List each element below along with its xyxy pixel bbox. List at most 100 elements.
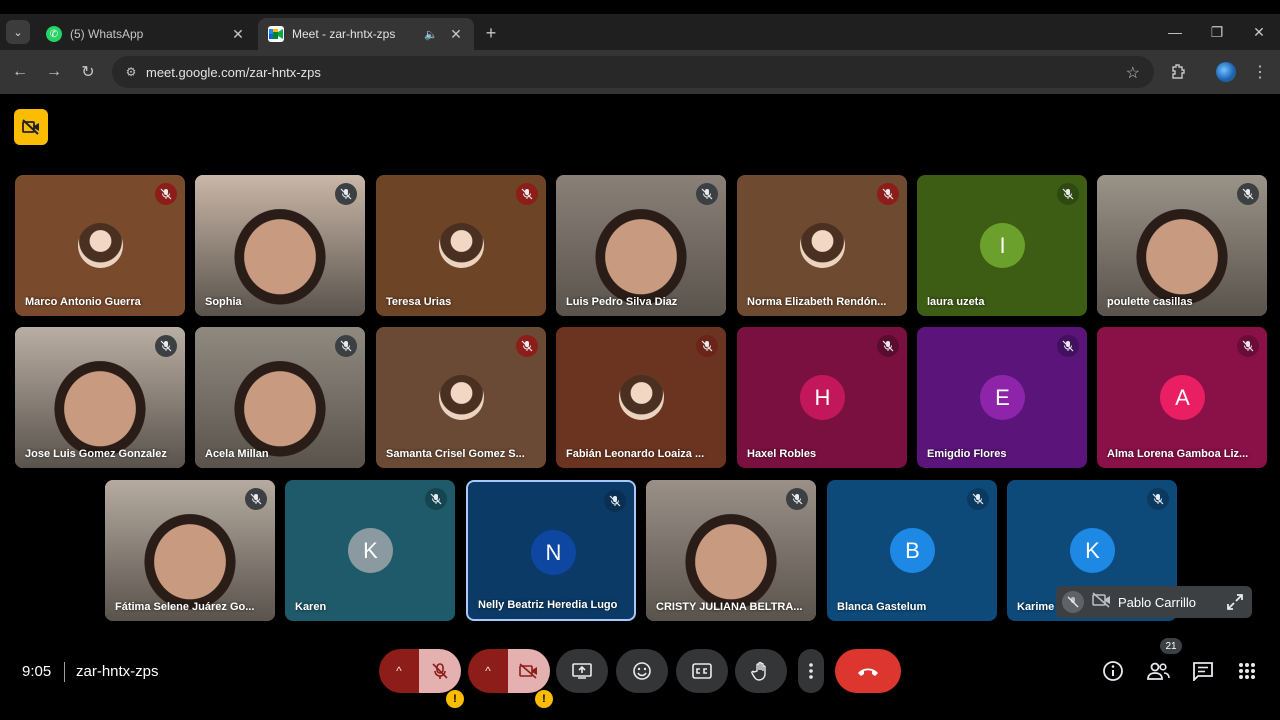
mic-off-icon [516,335,538,357]
extensions-icon[interactable] [1168,62,1188,82]
mic-off-icon [245,488,267,510]
people-icon[interactable] [1145,658,1171,684]
forward-icon[interactable]: → [44,62,64,82]
browser-tab-strip: ⌄ ✆ (5) WhatsApp ✕ Meet - zar-hntx-zps 🔈… [0,14,1280,50]
divider [64,662,65,682]
profile-photo [78,223,123,268]
participant-name: Karen [295,601,327,613]
participant-tile[interactable]: Fátima Selene Juárez Go... [105,480,275,621]
participant-tile[interactable]: Teresa Urias [376,175,546,316]
participant-tile[interactable]: CRISTY JULIANA BELTRA... [646,480,816,621]
activities-icon[interactable] [1234,658,1260,684]
participant-tile[interactable]: Marco Antonio Guerra [15,175,185,316]
participant-tile[interactable]: N Nelly Beatriz Heredia Lugo [466,480,636,621]
restore-icon[interactable]: ❐ [1207,24,1227,41]
mic-off-icon [696,183,718,205]
participant-tile[interactable]: B Blanca Gastelum [827,480,997,621]
leave-call-button[interactable] [835,649,901,693]
participant-name: Fabián Leonardo Loaiza ... [566,448,705,460]
participant-tile[interactable]: Luis Pedro Silva Diaz [556,175,726,316]
close-tab-icon[interactable]: ✕ [230,26,246,43]
participant-tile[interactable]: Norma Elizabeth Rendón... [737,175,907,316]
meeting-info-icon[interactable] [1100,658,1126,684]
audio-options-button[interactable]: ^ [379,649,419,693]
reactions-button[interactable] [616,649,668,693]
speaker-icon[interactable]: 🔈 [424,28,438,41]
participant-tile[interactable]: Acela Millan [195,327,365,468]
browser-toolbar: ← → ↻ ⚙ meet.google.com/zar-hntx-zps ☆ ⋮ [0,50,1280,94]
self-name: Pablo Carrillo [1118,594,1197,610]
participant-tile[interactable]: A Alma Lorena Gamboa Liz... [1097,327,1267,468]
reload-icon[interactable]: ↻ [78,62,98,82]
mic-off-icon [516,183,538,205]
video-options-button[interactable]: ^ [468,649,508,693]
tab-whatsapp[interactable]: ✆ (5) WhatsApp ✕ [36,18,256,50]
meeting-time: 9:05 [22,663,52,680]
site-info-icon[interactable]: ⚙ [122,63,140,81]
participant-name: Acela Millan [205,448,269,460]
browser-menu-icon[interactable]: ⋮ [1250,62,1270,82]
close-tab-icon[interactable]: ✕ [448,26,464,43]
participant-tile[interactable]: Sophia [195,175,365,316]
participant-tile[interactable]: H Haxel Robles [737,327,907,468]
mic-off-icon [786,488,808,510]
chat-icon[interactable] [1190,658,1216,684]
camera-toggle-button[interactable] [508,649,550,693]
back-icon[interactable]: ← [10,62,30,82]
participant-name: Samanta Crisel Gomez S... [386,448,525,460]
participant-name: Norma Elizabeth Rendón... [747,296,887,308]
camera-off-icon[interactable] [1092,591,1112,613]
letter-avatar: K [1070,528,1115,573]
captions-button[interactable] [676,649,728,693]
camera-warning-badge[interactable]: ! [535,690,553,708]
participant-tile[interactable]: E Emigdio Flores [917,327,1087,468]
mic-off-icon [155,335,177,357]
meeting-code: zar-hntx-zps [76,663,159,680]
participant-name: Sophia [205,296,242,308]
participant-name: Teresa Urias [386,296,452,308]
participant-tile[interactable]: poulette casillas [1097,175,1267,316]
participant-tile[interactable]: K Karen [285,480,455,621]
whatsapp-icon: ✆ [46,26,62,42]
camera-blocked-icon[interactable] [14,109,48,145]
mic-off-icon [155,183,177,205]
minimize-icon[interactable]: — [1165,24,1185,40]
participant-count-badge: 21 [1160,638,1182,654]
expand-icon[interactable] [1226,593,1244,616]
mic-off-icon [425,488,447,510]
letter-avatar: E [980,375,1025,420]
letter-avatar: B [890,528,935,573]
mic-off-icon [1147,488,1169,510]
letter-avatar: A [1160,375,1205,420]
self-view-bar[interactable]: Pablo Carrillo [1056,586,1252,618]
profile-photo [439,375,484,420]
mic-off-icon[interactable] [1062,591,1084,613]
letter-avatar: N [531,530,576,575]
mic-off-icon [335,183,357,205]
participant-name: Blanca Gastelum [837,601,927,613]
participant-name: Fátima Selene Juárez Go... [115,601,255,613]
close-window-icon[interactable]: ✕ [1249,24,1269,41]
participant-tile[interactable]: Samanta Crisel Gomez S... [376,327,546,468]
address-bar[interactable]: ⚙ meet.google.com/zar-hntx-zps ☆ [112,56,1154,88]
profile-avatar-icon[interactable] [1216,62,1236,82]
participant-tile[interactable]: Ilaura uzeta [917,175,1087,316]
bookmark-star-icon[interactable]: ☆ [1126,63,1140,83]
participant-name: Alma Lorena Gamboa Liz... [1107,448,1249,460]
mic-off-icon [696,335,718,357]
participant-name: laura uzeta [927,296,985,308]
mic-off-icon [604,490,626,512]
tab-search-button[interactable]: ⌄ [6,20,30,44]
tab-meet[interactable]: Meet - zar-hntx-zps 🔈 ✕ [258,18,474,50]
participant-name: Jose Luis Gomez Gonzalez [25,448,167,460]
letter-avatar: H [800,375,845,420]
present-screen-button[interactable] [556,649,608,693]
raise-hand-button[interactable] [735,649,787,693]
more-options-button[interactable] [798,649,824,693]
profile-photo [800,223,845,268]
participant-tile[interactable]: Jose Luis Gomez Gonzalez [15,327,185,468]
new-tab-button[interactable]: + [480,22,502,44]
mic-toggle-button[interactable] [419,649,461,693]
participant-tile[interactable]: Fabián Leonardo Loaiza ... [556,327,726,468]
mic-warning-badge[interactable]: ! [446,690,464,708]
